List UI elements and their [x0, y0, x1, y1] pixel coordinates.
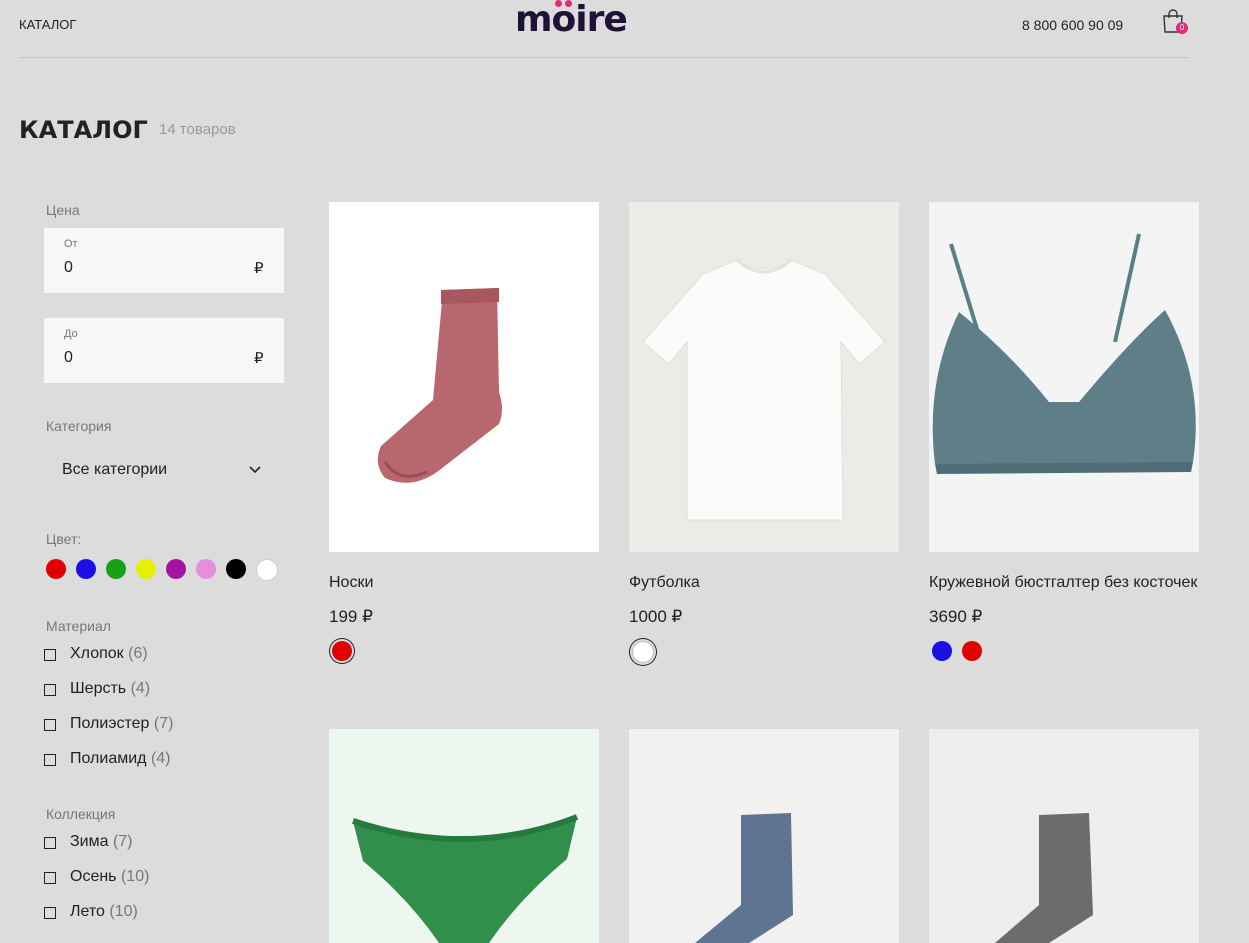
material-filter-label: Материал [46, 618, 111, 634]
color-swatch[interactable] [166, 559, 186, 579]
chevron-down-icon [249, 466, 261, 474]
pink-sock-image [377, 288, 502, 483]
product-image-briefs[interactable] [329, 729, 599, 943]
checkbox[interactable] [44, 719, 56, 731]
checkbox-label: Шерсть [70, 680, 127, 697]
checkbox-count: (7) [153, 715, 174, 732]
price-to-field[interactable]: До ₽ [44, 318, 284, 383]
checkbox[interactable] [44, 837, 56, 849]
price-filter-label: Цена [46, 202, 80, 218]
checkbox[interactable] [44, 754, 56, 766]
checkbox-count: (4) [150, 750, 171, 767]
color-swatch[interactable] [76, 559, 96, 579]
color-swatch[interactable] [196, 559, 216, 579]
checkbox-label: Полиамид [70, 750, 147, 767]
teal-lace-bra-image [932, 233, 1196, 474]
cart-button[interactable]: 0 [1162, 8, 1190, 36]
checkbox-count: (10) [120, 868, 150, 885]
white-tshirt-image [642, 258, 886, 521]
price-from-label: От [64, 238, 78, 250]
checkbox[interactable] [44, 907, 56, 919]
product-image-bra[interactable] [929, 202, 1199, 552]
currency-label: ₽ [254, 260, 264, 277]
phone-number[interactable]: 8 800 600 90 09 [1022, 17, 1123, 33]
color-swatch[interactable] [106, 559, 126, 579]
color-swatch[interactable] [226, 559, 246, 579]
currency-label: ₽ [254, 350, 264, 367]
product-price: 3690 ₽ [929, 607, 983, 626]
checkbox-count: (10) [109, 903, 138, 920]
color-filter-label: Цвет: [46, 531, 82, 547]
product-image-blue-sock[interactable] [629, 729, 899, 943]
color-swatch[interactable] [46, 559, 66, 579]
cart-count-badge: 0 [1176, 22, 1188, 34]
product-image-tshirt[interactable] [629, 202, 899, 552]
checkbox-count: (7) [112, 833, 133, 850]
product-color-dot[interactable] [962, 641, 982, 661]
green-briefs-image [352, 814, 579, 943]
product-price: 1000 ₽ [629, 607, 683, 626]
checkbox-label: Полиэстер [70, 715, 150, 732]
product-title[interactable]: Футболка [629, 574, 700, 592]
checkbox-label: Хлопок [70, 645, 124, 662]
price-to-input[interactable] [64, 348, 214, 368]
product-color-dot[interactable] [332, 641, 352, 661]
blue-sock-image [695, 813, 793, 943]
product-title[interactable]: Носки [329, 574, 373, 592]
category-select[interactable]: Все категории [44, 452, 284, 488]
product-image-sock[interactable] [329, 202, 599, 552]
price-from-input[interactable] [64, 258, 214, 278]
collection-filter-label: Коллекция [46, 806, 116, 822]
checkbox-count: (4) [130, 680, 151, 697]
product-image-grey-sock[interactable] [929, 729, 1199, 943]
product-title[interactable]: Кружевной бюстгалтер без косточек [929, 574, 1197, 592]
nav-catalog-link[interactable]: КАТАЛОГ [19, 17, 76, 32]
checkbox[interactable] [44, 649, 56, 661]
checkbox[interactable] [44, 872, 56, 884]
product-color-dot[interactable] [632, 641, 654, 663]
product-price: 199 ₽ [329, 607, 373, 626]
page-title: КАТАЛОГ [19, 116, 148, 144]
checkbox-label: Зима [70, 833, 109, 850]
checkbox-count: (6) [128, 645, 148, 662]
color-swatch[interactable] [136, 559, 156, 579]
header-divider [19, 57, 1189, 58]
checkbox-label: Лето [70, 903, 105, 920]
site-header: КАТАЛОГ moire 8 800 600 90 09 0 [0, 0, 1249, 58]
grey-sock-image [995, 813, 1093, 943]
category-selected-value: Все категории [62, 461, 168, 478]
price-to-label: До [64, 328, 78, 340]
logo-dots [551, 0, 573, 8]
price-from-field[interactable]: От ₽ [44, 228, 284, 293]
product-count: 14 товаров [159, 121, 236, 138]
checkbox[interactable] [44, 684, 56, 696]
color-swatch[interactable] [256, 559, 278, 581]
category-filter-label: Категория [46, 418, 112, 434]
checkbox-label: Осень [70, 868, 117, 885]
product-color-dot[interactable] [932, 641, 952, 661]
